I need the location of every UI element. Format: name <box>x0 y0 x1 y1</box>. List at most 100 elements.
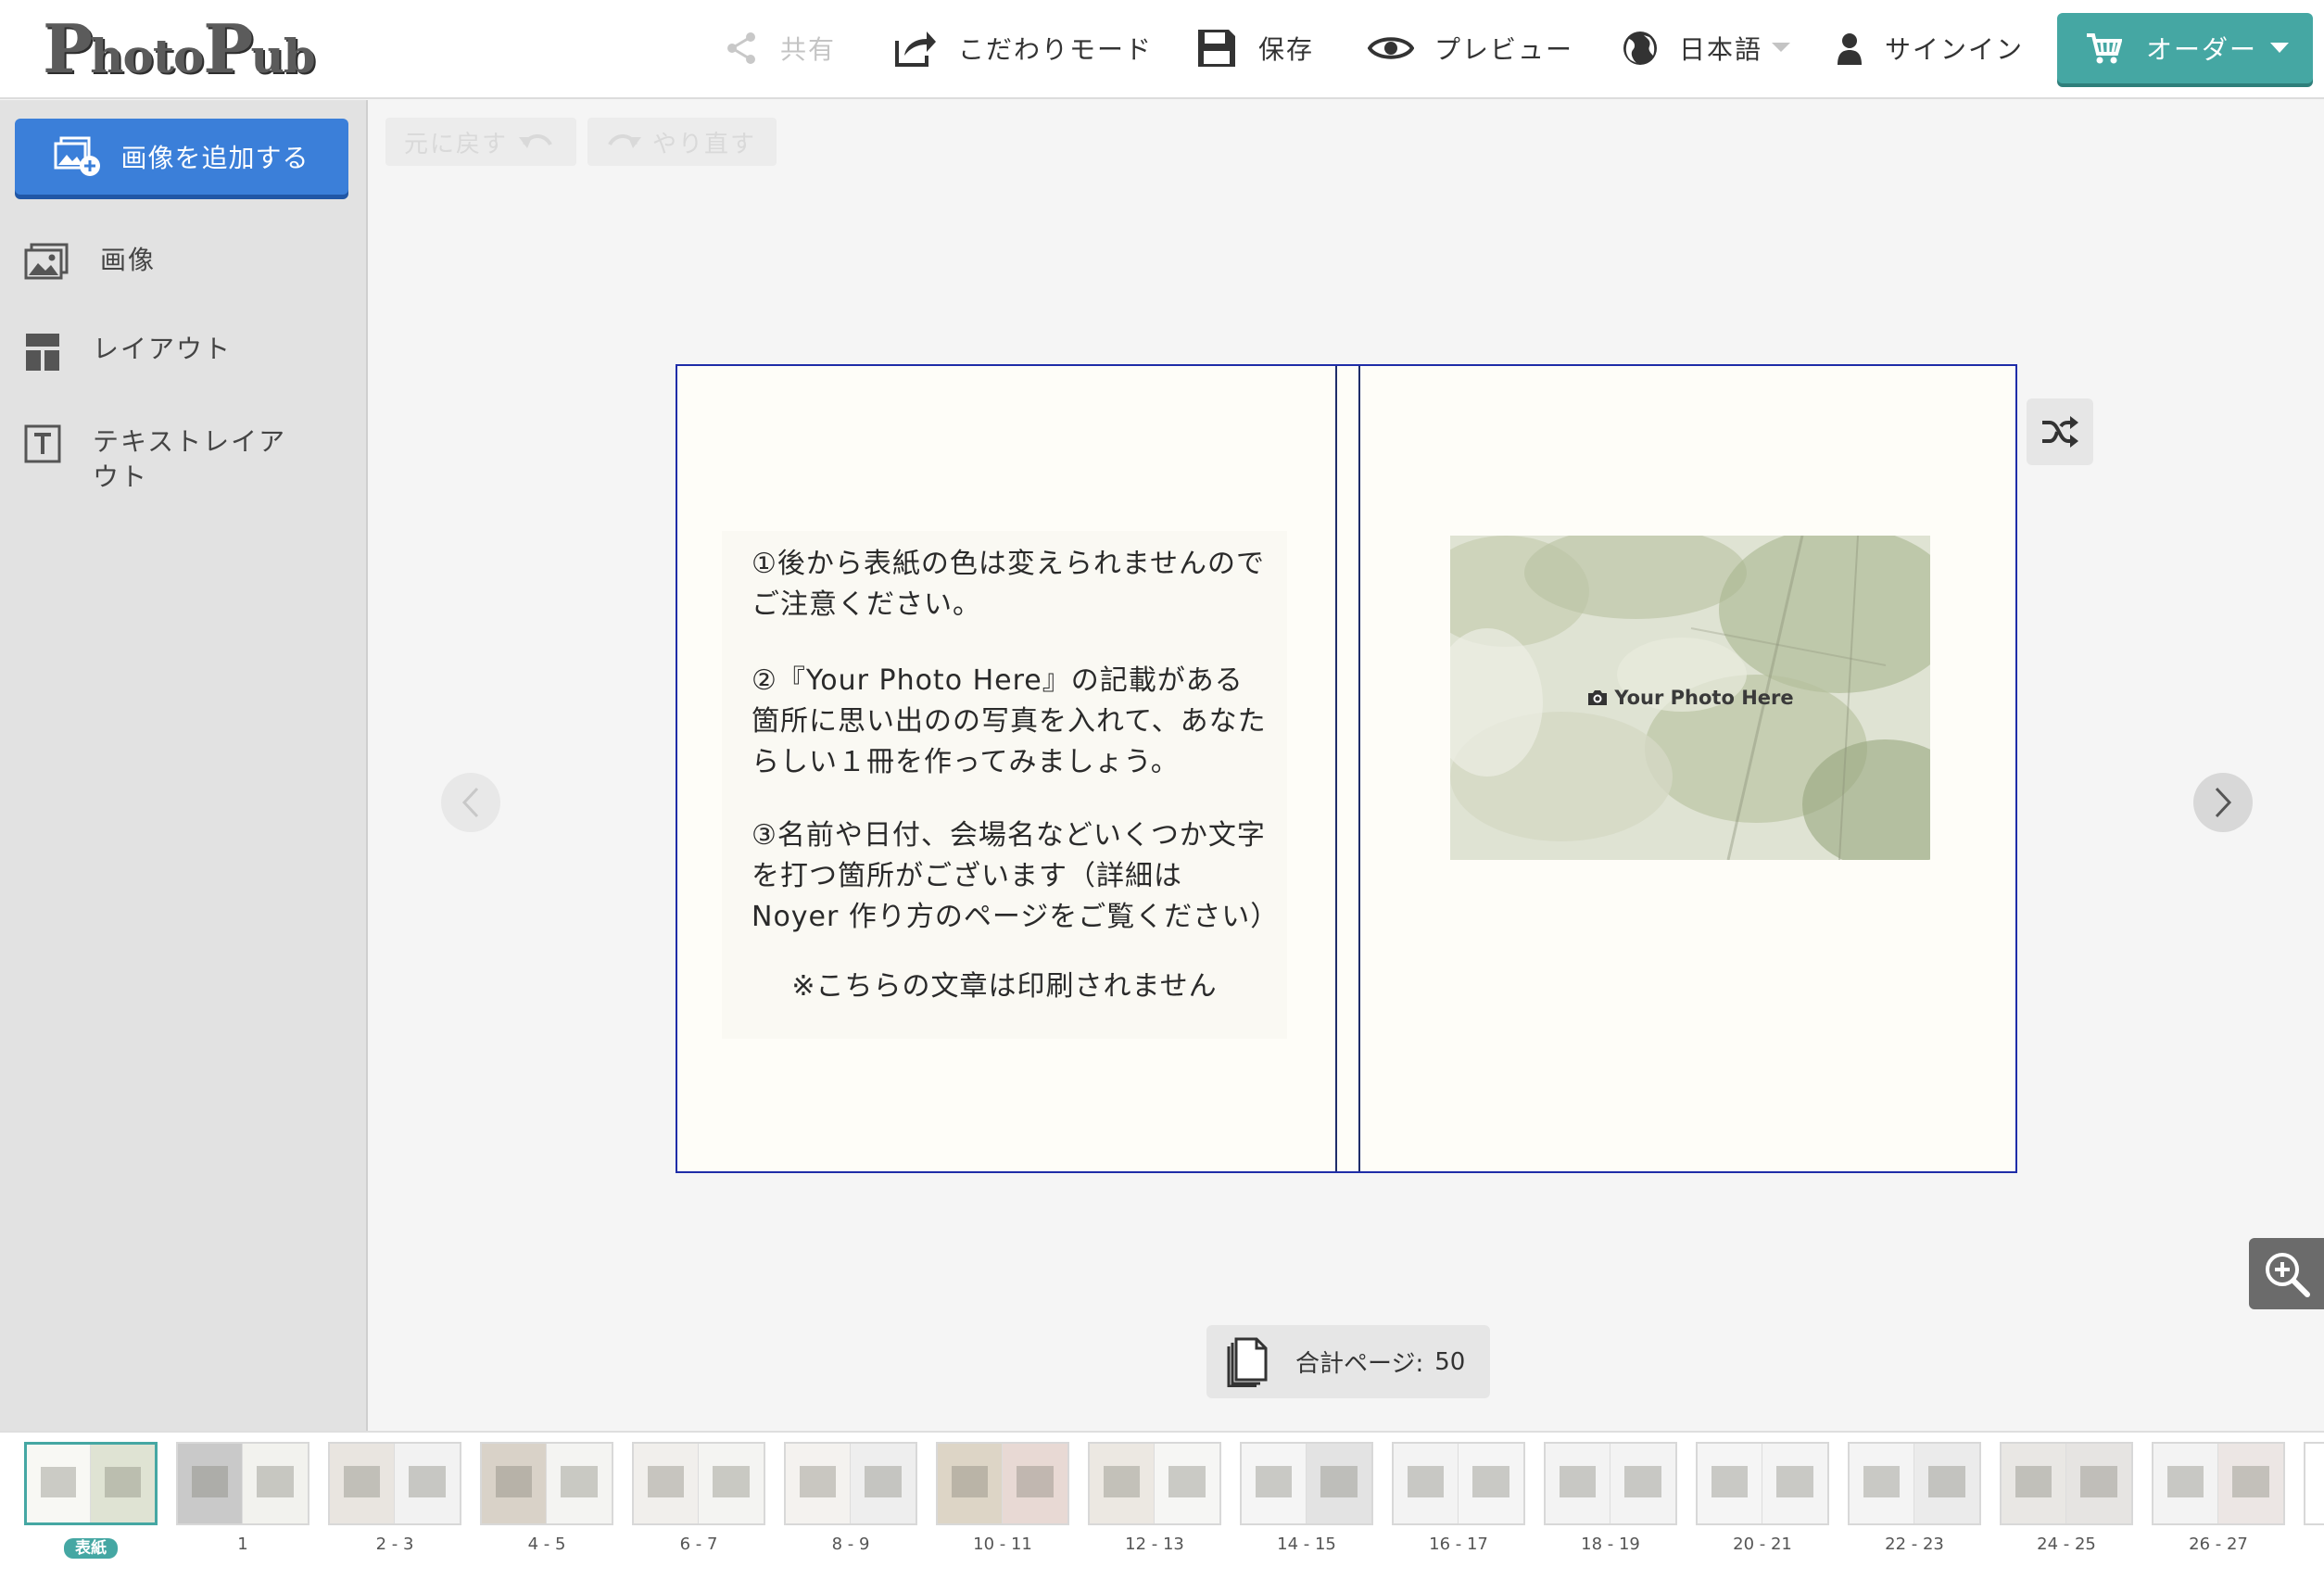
photopub-logo[interactable]: PhotoPub <box>43 11 316 87</box>
page-number-text: 20 - 21 <box>1733 1535 1792 1554</box>
thumbnail-photo-block <box>1256 1466 1292 1498</box>
thumbnail-photo-block <box>1624 1466 1661 1498</box>
thumbnail-page-preview <box>1850 1444 1914 1523</box>
sidebar-item-label: 画像 <box>100 245 157 275</box>
note-paragraph-2: ②『Your Photo Here』の記載がある箇所に思い出のの写真を入れて、あ… <box>752 664 1267 778</box>
note-paragraph-4: ※こちらの文章は印刷されません <box>791 970 1218 1003</box>
save-button[interactable]: 保存 <box>1195 20 1314 76</box>
page-thumbnail[interactable] <box>1848 1442 1981 1525</box>
page-number-text: 12 - 13 <box>1125 1535 1184 1554</box>
photo-placeholder[interactable]: Your Photo Here <box>1450 536 1930 860</box>
language-selector[interactable]: 日本語 <box>1622 20 1791 76</box>
page-thumbnail[interactable] <box>24 1442 158 1525</box>
thumbnail-photo-block <box>105 1466 141 1498</box>
page-thumbnail[interactable] <box>1088 1442 1221 1525</box>
page-number-text: 22 - 23 <box>1885 1535 1944 1554</box>
redo-icon <box>608 134 641 148</box>
logo-text: PhotoPub <box>43 9 316 88</box>
page-thumbnail[interactable] <box>1240 1442 1373 1525</box>
page-number-text: 2 - 3 <box>375 1535 414 1554</box>
share-button[interactable]: 共有 <box>723 20 836 76</box>
page-thumbnail-label: 22 - 23 <box>1848 1535 1981 1554</box>
page-thumbnail-label: 8 - 9 <box>784 1535 917 1554</box>
thumbnail-photo-block <box>192 1466 228 1498</box>
thumbnail-photo-block <box>865 1466 902 1498</box>
page-thumbnail[interactable] <box>784 1442 917 1525</box>
page-thumbnail-label: 26 - 27 <box>2152 1535 2285 1554</box>
thumbnail-page-preview <box>1394 1444 1459 1523</box>
page-thumbnail[interactable] <box>480 1442 613 1525</box>
thumbnail-page-preview <box>1546 1444 1610 1523</box>
page-number-text: 14 - 15 <box>1277 1535 1336 1554</box>
page-number-text: 26 - 27 <box>2189 1535 2248 1554</box>
thumbnail-photo-block <box>496 1466 532 1498</box>
add-images-label: 画像を追加する <box>120 143 309 173</box>
undo-label: 元に戻す <box>404 130 509 158</box>
shuffle-icon <box>2042 416 2078 448</box>
page-thumbnail[interactable] <box>1392 1442 1525 1525</box>
image-icon <box>24 243 69 280</box>
sidebar-item-images[interactable]: 画像 <box>24 243 313 280</box>
page-thumbnail[interactable] <box>2152 1442 2285 1525</box>
photo-placeholder-text: Your Photo Here <box>1614 687 1794 709</box>
page-thumbnail[interactable] <box>1696 1442 1829 1525</box>
thumbnail-photo-block <box>1408 1466 1444 1498</box>
note-paragraph-1: ①後から表紙の色は変えられませんのでご注意ください。 <box>752 548 1265 621</box>
thumbnail-photo-block <box>1776 1466 1813 1498</box>
order-button[interactable]: オーダー <box>2057 13 2313 83</box>
thumbnail-page-preview <box>699 1444 764 1523</box>
shuffle-layout-button[interactable] <box>2027 398 2093 465</box>
page-thumbnail-label: 24 - 25 <box>2000 1535 2133 1554</box>
spine-line-left <box>1335 366 1337 1171</box>
redo-button[interactable]: やり直す <box>587 118 777 166</box>
previous-page-button[interactable] <box>441 773 500 832</box>
page-thumbnail-label: 14 - 15 <box>1240 1535 1373 1554</box>
thumbnail-photo-block <box>800 1466 836 1498</box>
page-thumbnail[interactable] <box>936 1442 1069 1525</box>
page-thumbnail-label: 18 - 19 <box>1544 1535 1677 1554</box>
page-number-text: 10 - 11 <box>973 1535 1032 1554</box>
page-thumbnail[interactable] <box>1544 1442 1677 1525</box>
note-paragraph-3: ③名前や日付、会場名などいくつか文字を打つ箇所がございます（詳細は Noyer … <box>752 819 1280 933</box>
thumbnail-photo-block <box>1711 1466 1748 1498</box>
chevron-left-icon <box>461 787 479 818</box>
thumbnail-photo-block <box>952 1466 988 1498</box>
zoom-in-button[interactable] <box>2249 1238 2324 1309</box>
preview-button[interactable]: プレビュー <box>1368 20 1573 76</box>
thumbnail-photo-block <box>713 1466 750 1498</box>
preview-label: プレビュー <box>1434 34 1574 65</box>
thumbnail-page-preview <box>851 1444 916 1523</box>
page-thumbnail[interactable] <box>2304 1442 2324 1525</box>
book-spread-canvas[interactable]: ①後から表紙の色は変えられませんのでご注意ください。 ②『Your Photo … <box>676 364 2017 1173</box>
add-images-button[interactable]: 画像を追加する <box>15 119 348 195</box>
thumbnail-photo-block <box>257 1466 294 1498</box>
total-pages-label: 合計ページ: <box>1295 1350 1424 1378</box>
thumbnail-photo-block <box>648 1466 684 1498</box>
undo-button[interactable]: 元に戻す <box>385 118 576 166</box>
page-thumbnail[interactable] <box>328 1442 461 1525</box>
thumbnail-page-preview <box>2066 1444 2131 1523</box>
page-thumbnail[interactable] <box>176 1442 309 1525</box>
page-number-text: 表紙 <box>64 1538 118 1559</box>
page-number-text: 1 <box>237 1535 248 1554</box>
eye-icon <box>1368 37 1414 59</box>
thumbnail-page-preview <box>634 1444 699 1523</box>
page-thumbnail-label: 12 - 13 <box>1088 1535 1221 1554</box>
page-thumbnail[interactable] <box>632 1442 765 1525</box>
signin-button[interactable]: サインイン <box>1835 20 2024 76</box>
export-icon <box>895 32 936 67</box>
pages-icon <box>1227 1337 1268 1387</box>
page-number-text: 4 - 5 <box>527 1535 566 1554</box>
next-page-button[interactable] <box>2193 773 2253 832</box>
thumbnail-photo-block <box>1928 1466 1965 1498</box>
sidebar-item-layout[interactable]: レイアウト <box>24 332 306 373</box>
thumbnail-page-preview <box>1242 1444 1307 1523</box>
thumbnail-page-preview <box>2002 1444 2066 1523</box>
instruction-note[interactable]: ①後から表紙の色は変えられませんのでご注意ください。 ②『Your Photo … <box>722 531 1287 1039</box>
custom-mode-button[interactable]: こだわりモード <box>891 20 1153 76</box>
page-number-text: 6 - 7 <box>679 1535 718 1554</box>
sidebar-item-text-layout[interactable]: テキストレイアウト <box>24 424 306 495</box>
page-thumbnail[interactable] <box>2000 1442 2133 1525</box>
thumbnail-page-preview <box>2218 1444 2283 1523</box>
thumbnail-photo-block <box>1320 1466 1358 1498</box>
